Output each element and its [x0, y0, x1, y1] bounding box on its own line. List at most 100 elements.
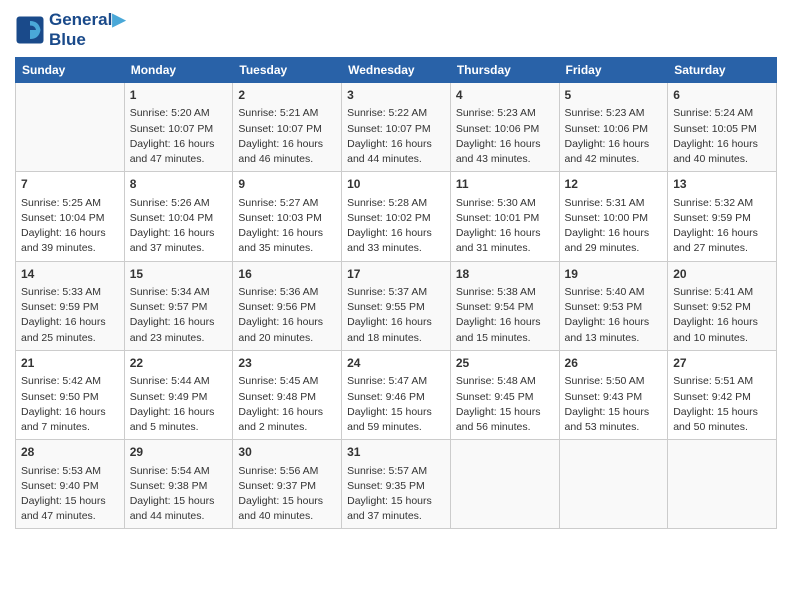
- day-info: Sunrise: 5:57 AM Sunset: 9:35 PM Dayligh…: [347, 464, 445, 525]
- calendar-week-row: 1 Sunrise: 5:20 AM Sunset: 10:07 PM Dayli…: [16, 83, 777, 172]
- day-info: Sunrise: 5:50 AM Sunset: 9:43 PM Dayligh…: [565, 374, 663, 435]
- calendar-day-cell: [559, 440, 668, 529]
- day-number: 3: [347, 87, 445, 104]
- day-number: 15: [130, 266, 228, 283]
- calendar-day-cell: 22 Sunrise: 5:44 AM Sunset: 9:49 PM Dayli…: [124, 350, 233, 439]
- day-info: Sunrise: 5:48 AM Sunset: 9:45 PM Dayligh…: [456, 374, 554, 435]
- calendar-day-cell: 20 Sunrise: 5:41 AM Sunset: 9:52 PM Dayli…: [668, 261, 777, 350]
- calendar-day-cell: 2 Sunrise: 5:21 AM Sunset: 10:07 PM Dayli…: [233, 83, 342, 172]
- day-info: Sunrise: 5:24 AM Sunset: 10:05 PM Daylig…: [673, 106, 771, 167]
- calendar-day-cell: 4Sunrise: 5:23 AM Sunset: 10:06 PM Dayli…: [450, 83, 559, 172]
- day-info: Sunrise: 5:33 AM Sunset: 9:59 PM Dayligh…: [21, 285, 119, 346]
- calendar-day-cell: 29 Sunrise: 5:54 AM Sunset: 9:38 PM Dayli…: [124, 440, 233, 529]
- day-number: 11: [456, 176, 554, 193]
- day-info: Sunrise: 5:21 AM Sunset: 10:07 PM Daylig…: [238, 106, 336, 167]
- day-number: 26: [565, 355, 663, 372]
- calendar-day-cell: 5 Sunrise: 5:23 AM Sunset: 10:06 PM Dayli…: [559, 83, 668, 172]
- day-info: Sunrise: 5:25 AM Sunset: 10:04 PM Daylig…: [21, 196, 119, 257]
- calendar-day-cell: 7 Sunrise: 5:25 AM Sunset: 10:04 PM Dayli…: [16, 172, 125, 261]
- calendar-day-cell: 10 Sunrise: 5:28 AM Sunset: 10:02 PM Dayl…: [342, 172, 451, 261]
- day-info: Sunrise: 5:32 AM Sunset: 9:59 PM Dayligh…: [673, 196, 771, 257]
- weekday-header: Sunday: [16, 58, 125, 83]
- day-number: 1: [130, 87, 228, 104]
- weekday-header: Wednesday: [342, 58, 451, 83]
- weekday-header: Thursday: [450, 58, 559, 83]
- calendar-day-cell: [16, 83, 125, 172]
- day-number: 29: [130, 444, 228, 461]
- calendar-day-cell: 21 Sunrise: 5:42 AM Sunset: 9:50 PM Dayli…: [16, 350, 125, 439]
- calendar-day-cell: [668, 440, 777, 529]
- day-info: Sunrise: 5:23 AM Sunset: 10:06 PM Daylig…: [456, 106, 554, 167]
- day-info: Sunrise: 5:40 AM Sunset: 9:53 PM Dayligh…: [565, 285, 663, 346]
- calendar-day-cell: 27 Sunrise: 5:51 AM Sunset: 9:42 PM Dayli…: [668, 350, 777, 439]
- day-number: 5: [565, 87, 663, 104]
- day-info: Sunrise: 5:22 AM Sunset: 10:07 PM Daylig…: [347, 106, 445, 167]
- calendar-day-cell: 1 Sunrise: 5:20 AM Sunset: 10:07 PM Dayli…: [124, 83, 233, 172]
- day-number: 23: [238, 355, 336, 372]
- calendar-day-cell: 18 Sunrise: 5:38 AM Sunset: 9:54 PM Dayli…: [450, 261, 559, 350]
- calendar-week-row: 28Sunrise: 5:53 AM Sunset: 9:40 PM Dayli…: [16, 440, 777, 529]
- calendar-week-row: 21 Sunrise: 5:42 AM Sunset: 9:50 PM Dayli…: [16, 350, 777, 439]
- weekday-header: Saturday: [668, 58, 777, 83]
- day-info: Sunrise: 5:37 AM Sunset: 9:55 PM Dayligh…: [347, 285, 445, 346]
- calendar-day-cell: 9 Sunrise: 5:27 AM Sunset: 10:03 PM Dayli…: [233, 172, 342, 261]
- day-number: 10: [347, 176, 445, 193]
- calendar-day-cell: 16 Sunrise: 5:36 AM Sunset: 9:56 PM Dayli…: [233, 261, 342, 350]
- day-info: Sunrise: 5:38 AM Sunset: 9:54 PM Dayligh…: [456, 285, 554, 346]
- weekday-header: Monday: [124, 58, 233, 83]
- day-number: 16: [238, 266, 336, 283]
- day-info: Sunrise: 5:51 AM Sunset: 9:42 PM Dayligh…: [673, 374, 771, 435]
- logo-area: General▶ Blue: [15, 10, 125, 49]
- day-info: Sunrise: 5:20 AM Sunset: 10:07 PM Daylig…: [130, 106, 228, 167]
- day-number: 27: [673, 355, 771, 372]
- calendar-day-cell: 17 Sunrise: 5:37 AM Sunset: 9:55 PM Dayli…: [342, 261, 451, 350]
- day-number: 18: [456, 266, 554, 283]
- day-number: 2: [238, 87, 336, 104]
- day-number: 20: [673, 266, 771, 283]
- day-number: 22: [130, 355, 228, 372]
- calendar-week-row: 7 Sunrise: 5:25 AM Sunset: 10:04 PM Dayli…: [16, 172, 777, 261]
- calendar-day-cell: 30 Sunrise: 5:56 AM Sunset: 9:37 PM Dayli…: [233, 440, 342, 529]
- general-blue-logo-icon: [15, 15, 45, 45]
- day-info: Sunrise: 5:28 AM Sunset: 10:02 PM Daylig…: [347, 196, 445, 257]
- calendar-day-cell: [450, 440, 559, 529]
- day-info: Sunrise: 5:47 AM Sunset: 9:46 PM Dayligh…: [347, 374, 445, 435]
- day-number: 19: [565, 266, 663, 283]
- day-info: Sunrise: 5:54 AM Sunset: 9:38 PM Dayligh…: [130, 464, 228, 525]
- day-info: Sunrise: 5:26 AM Sunset: 10:04 PM Daylig…: [130, 196, 228, 257]
- day-info: Sunrise: 5:23 AM Sunset: 10:06 PM Daylig…: [565, 106, 663, 167]
- calendar-week-row: 14 Sunrise: 5:33 AM Sunset: 9:59 PM Dayli…: [16, 261, 777, 350]
- day-number: 30: [238, 444, 336, 461]
- weekday-header: Tuesday: [233, 58, 342, 83]
- calendar-day-cell: 24 Sunrise: 5:47 AM Sunset: 9:46 PM Dayli…: [342, 350, 451, 439]
- day-number: 6: [673, 87, 771, 104]
- calendar-day-cell: 26 Sunrise: 5:50 AM Sunset: 9:43 PM Dayli…: [559, 350, 668, 439]
- day-number: 14: [21, 266, 119, 283]
- day-number: 13: [673, 176, 771, 193]
- day-info: Sunrise: 5:42 AM Sunset: 9:50 PM Dayligh…: [21, 374, 119, 435]
- day-info: Sunrise: 5:56 AM Sunset: 9:37 PM Dayligh…: [238, 464, 336, 525]
- calendar-day-cell: 31 Sunrise: 5:57 AM Sunset: 9:35 PM Dayli…: [342, 440, 451, 529]
- day-number: 28: [21, 444, 119, 461]
- day-number: 9: [238, 176, 336, 193]
- day-number: 7: [21, 176, 119, 193]
- day-info: Sunrise: 5:30 AM Sunset: 10:01 PM Daylig…: [456, 196, 554, 257]
- calendar-header-row: SundayMondayTuesdayWednesdayThursdayFrid…: [16, 58, 777, 83]
- calendar-day-cell: 25Sunrise: 5:48 AM Sunset: 9:45 PM Dayli…: [450, 350, 559, 439]
- day-number: 21: [21, 355, 119, 372]
- day-info: Sunrise: 5:27 AM Sunset: 10:03 PM Daylig…: [238, 196, 336, 257]
- day-info: Sunrise: 5:36 AM Sunset: 9:56 PM Dayligh…: [238, 285, 336, 346]
- day-info: Sunrise: 5:41 AM Sunset: 9:52 PM Dayligh…: [673, 285, 771, 346]
- day-number: 31: [347, 444, 445, 461]
- calendar-day-cell: 11 Sunrise: 5:30 AM Sunset: 10:01 PM Dayl…: [450, 172, 559, 261]
- calendar-day-cell: 14 Sunrise: 5:33 AM Sunset: 9:59 PM Dayli…: [16, 261, 125, 350]
- calendar-day-cell: 28Sunrise: 5:53 AM Sunset: 9:40 PM Dayli…: [16, 440, 125, 529]
- day-number: 24: [347, 355, 445, 372]
- day-info: Sunrise: 5:45 AM Sunset: 9:48 PM Dayligh…: [238, 374, 336, 435]
- calendar-day-cell: 8Sunrise: 5:26 AM Sunset: 10:04 PM Dayli…: [124, 172, 233, 261]
- calendar-day-cell: 13 Sunrise: 5:32 AM Sunset: 9:59 PM Dayli…: [668, 172, 777, 261]
- day-number: 17: [347, 266, 445, 283]
- day-info: Sunrise: 5:44 AM Sunset: 9:49 PM Dayligh…: [130, 374, 228, 435]
- calendar-day-cell: 23 Sunrise: 5:45 AM Sunset: 9:48 PM Dayli…: [233, 350, 342, 439]
- calendar-day-cell: 6 Sunrise: 5:24 AM Sunset: 10:05 PM Dayli…: [668, 83, 777, 172]
